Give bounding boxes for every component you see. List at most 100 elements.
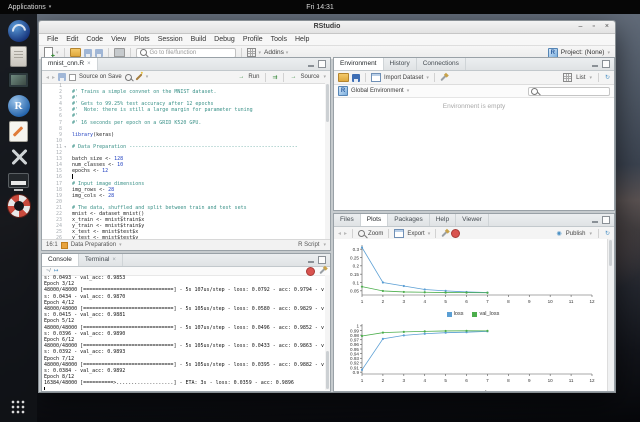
tools-icon[interactable] — [8, 146, 30, 168]
section-label[interactable]: Data Preparation — [71, 242, 116, 248]
file-type-label[interactable]: R Script — [298, 242, 319, 248]
pane-minimize-icon[interactable] — [308, 257, 314, 263]
run-button[interactable]: Run — [248, 74, 259, 80]
archive-icon[interactable] — [10, 46, 27, 67]
menu-file[interactable]: File — [43, 36, 62, 43]
lifering-icon[interactable] — [7, 194, 31, 218]
chevron-down-icon[interactable]: ▾ — [119, 242, 122, 248]
zoom-button[interactable]: Zoom — [368, 231, 383, 237]
pane-minimize-icon[interactable] — [592, 217, 598, 223]
close-icon[interactable]: × — [112, 254, 116, 266]
console-scrollbar[interactable] — [325, 275, 330, 390]
print-icon[interactable] — [114, 48, 125, 57]
addins-button[interactable]: Addins ▾ — [264, 49, 288, 56]
tab-viewer[interactable]: Viewer — [456, 214, 489, 226]
tab-history[interactable]: History — [384, 58, 417, 70]
menu-plots[interactable]: Plots — [130, 36, 154, 43]
source-icon: → — [290, 74, 296, 80]
pane-maximize-icon[interactable] — [602, 60, 610, 68]
tab-console[interactable]: Console — [42, 254, 79, 266]
menu-edit[interactable]: Edit — [62, 36, 82, 43]
import-dataset-button[interactable]: Import Dataset — [384, 75, 423, 81]
console-output[interactable]: s: 0.0493 - val_acc: 0.9853Epoch 3/12480… — [44, 275, 324, 390]
environment-search-input[interactable] — [528, 87, 610, 96]
tab-plots[interactable]: Plots — [361, 214, 388, 226]
chevron-down-icon[interactable]: ▾ — [407, 88, 410, 94]
applications-menu[interactable]: Applications▾ — [0, 4, 59, 11]
close-icon[interactable]: × — [87, 58, 91, 70]
save-icon[interactable] — [58, 73, 66, 81]
publish-button[interactable]: Publish — [566, 231, 586, 237]
tab-environment[interactable]: Environment — [334, 58, 384, 70]
code-tools-icon[interactable] — [135, 73, 142, 80]
back-icon[interactable]: ◂ — [46, 74, 49, 81]
tab-packages[interactable]: Packages — [388, 214, 430, 226]
menu-debug[interactable]: Debug — [210, 36, 239, 43]
menu-profile[interactable]: Profile — [239, 36, 267, 43]
chevron-down-icon[interactable]: ▾ — [589, 231, 592, 237]
next-plot-icon[interactable]: ▸ — [344, 230, 347, 237]
clear-console-icon[interactable] — [319, 268, 325, 274]
code-editor[interactable]: 12#' Trains a simple convnet on the MNIS… — [42, 83, 325, 240]
working-directory[interactable]: ~/ — [46, 268, 51, 274]
export-button[interactable]: Export — [407, 231, 424, 237]
refresh-icon[interactable]: ↻ — [605, 230, 610, 237]
editor-icon[interactable] — [9, 121, 28, 142]
clock: Fri 14:31 — [0, 4, 640, 11]
source-on-save-checkbox[interactable] — [69, 74, 76, 81]
chevron-down-icon[interactable]: ▾ — [589, 75, 592, 81]
save-icon[interactable] — [84, 49, 92, 57]
pane-minimize-icon[interactable] — [308, 61, 314, 67]
tab-help[interactable]: Help — [430, 214, 456, 226]
tab-terminal[interactable]: Terminal× — [79, 254, 123, 266]
refresh-icon[interactable]: ↻ — [605, 74, 610, 81]
scope-selector[interactable]: Global Environment — [351, 88, 404, 94]
save-all-icon[interactable] — [95, 49, 103, 57]
chevron-down-icon[interactable]: ▾ — [323, 242, 326, 248]
editor-scrollbar[interactable] — [325, 83, 330, 240]
goto-file-input[interactable]: Go to file/function — [136, 48, 236, 58]
maximize-button[interactable]: ▫ — [592, 22, 594, 32]
goto-directory-icon[interactable]: ↦ — [54, 268, 59, 274]
find-icon[interactable] — [125, 74, 132, 81]
pane-minimize-icon[interactable] — [592, 61, 598, 67]
monitor-icon[interactable] — [8, 173, 29, 188]
browser-icon[interactable] — [8, 20, 30, 42]
tab-connections[interactable]: Connections — [417, 58, 466, 70]
workspace-grid-icon[interactable] — [247, 48, 256, 57]
show-applications-icon[interactable] — [11, 400, 26, 415]
menu-help[interactable]: Help — [291, 36, 313, 43]
load-workspace-icon[interactable] — [338, 73, 349, 82]
rproj-icon[interactable] — [8, 95, 30, 117]
list-view-button[interactable]: List — [576, 75, 585, 81]
close-button[interactable]: × — [605, 22, 609, 32]
source-button[interactable]: Source — [300, 74, 319, 80]
menu-tools[interactable]: Tools — [267, 36, 291, 43]
menu-view[interactable]: View — [107, 36, 130, 43]
menu-code[interactable]: Code — [82, 36, 107, 43]
open-file-icon[interactable] — [70, 48, 81, 57]
save-workspace-icon[interactable] — [352, 74, 360, 82]
tab-files[interactable]: Files — [334, 214, 361, 226]
pane-maximize-icon[interactable] — [602, 216, 610, 224]
pane-maximize-icon[interactable] — [318, 256, 326, 264]
forward-icon[interactable]: ▸ — [52, 74, 55, 81]
chevron-down-icon[interactable]: ▾ — [428, 231, 431, 237]
window-titlebar[interactable]: RStudio – ▫ × — [39, 21, 615, 34]
pane-maximize-icon[interactable] — [318, 60, 326, 68]
chevron-down-icon[interactable]: ▾ — [56, 50, 59, 56]
menu-build[interactable]: Build — [187, 36, 211, 43]
menu-session[interactable]: Session — [154, 36, 187, 43]
tab-mnist-cnn[interactable]: mnist_cnn.R× — [42, 58, 98, 70]
chevron-down-icon[interactable]: ▾ — [323, 74, 326, 80]
screenshot-icon[interactable] — [8, 72, 29, 88]
project-selector[interactable]: R Project: (None) ▾ — [548, 48, 610, 58]
previous-plot-icon[interactable]: ◂ — [338, 230, 341, 237]
rerun-icon[interactable]: ⇉ — [272, 74, 277, 81]
remove-plot-icon[interactable] — [442, 230, 448, 236]
clear-objects-icon[interactable] — [440, 74, 446, 80]
chevron-down-icon[interactable]: ▾ — [426, 75, 429, 81]
plots-scrollbar[interactable] — [607, 239, 614, 391]
clear-all-plots-icon[interactable] — [451, 229, 460, 238]
minimize-button[interactable]: – — [579, 22, 583, 32]
